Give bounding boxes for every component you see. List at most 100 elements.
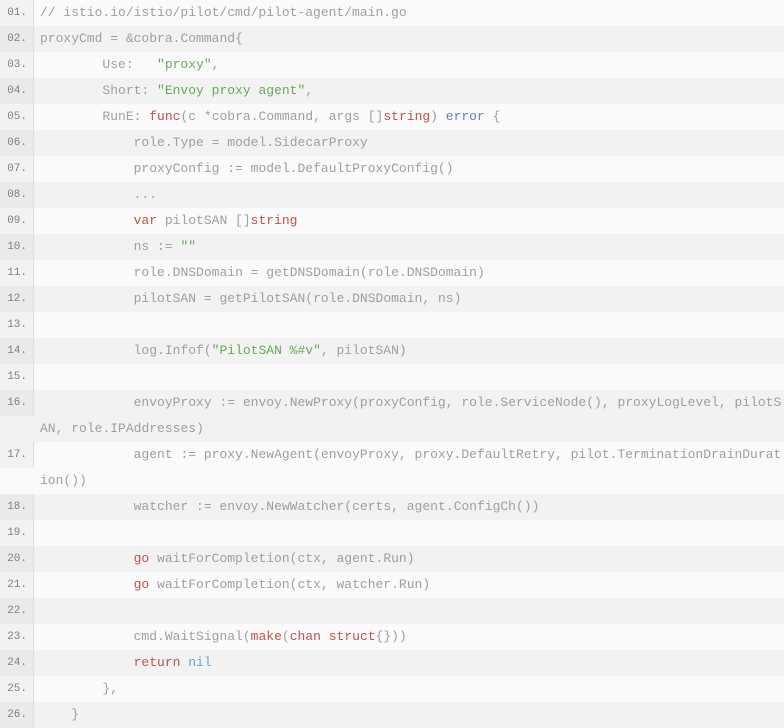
token: role — [461, 395, 492, 410]
token: watcher — [337, 577, 392, 592]
token: watcher — [40, 499, 196, 514]
token: ( — [360, 265, 368, 280]
token: agent — [337, 551, 376, 566]
code-line: 15. — [0, 364, 784, 390]
code-content: role.DNSDomain = getDNSDomain(role.DNSDo… — [34, 260, 784, 286]
token: Type — [173, 135, 212, 150]
token: proxy — [204, 447, 243, 462]
line-number: 22. — [0, 598, 34, 624]
line-number: 07. — [0, 156, 34, 182]
code-line: 10. ns := "" — [0, 234, 784, 260]
token: Run — [383, 551, 406, 566]
code-line: 20. go waitForCompletion(ctx, agent.Run) — [0, 546, 784, 572]
token: Short: — [40, 83, 157, 98]
token: ) — [399, 343, 407, 358]
code-content: }, — [34, 676, 784, 702]
token: ( — [305, 291, 313, 306]
token: }, — [40, 681, 118, 696]
token: . — [266, 135, 274, 150]
token: . — [446, 499, 454, 514]
code-content: log.Infof("PilotSAN %#v", pilotSAN) — [34, 338, 784, 364]
token: struct — [329, 629, 376, 644]
token: ctx — [297, 551, 320, 566]
token: * — [204, 109, 212, 124]
token: pilotSAN — [157, 213, 235, 228]
code-content: agent := proxy.NewAgent(envoyProxy, prox… — [34, 442, 784, 494]
code-content: Use: "proxy", — [34, 52, 784, 78]
token: cmd — [40, 629, 157, 644]
code-content — [34, 312, 784, 338]
token: envoy — [243, 395, 282, 410]
code-line: 26. } — [0, 702, 784, 728]
line-number: 01. — [0, 0, 34, 26]
token: Run — [399, 577, 422, 592]
code-line: 11. role.DNSDomain = getDNSDomain(role.D… — [0, 260, 784, 286]
token — [40, 603, 141, 618]
code-content: var pilotSAN []string — [34, 208, 784, 234]
code-content: go waitForCompletion(ctx, agent.Run) — [34, 546, 784, 572]
token: ( — [282, 629, 290, 644]
token: pilotSAN — [40, 291, 204, 306]
line-number: 23. — [0, 624, 34, 650]
token: string — [383, 109, 430, 124]
token: ()) — [63, 473, 86, 488]
token: := — [227, 161, 250, 176]
token: Command — [259, 109, 314, 124]
token: "Envoy proxy agent" — [157, 83, 305, 98]
token: ns — [438, 291, 454, 306]
token: string — [251, 213, 298, 228]
token: Infof — [165, 343, 204, 358]
line-number: 14. — [0, 338, 34, 364]
code-content — [34, 598, 784, 624]
token — [40, 317, 141, 332]
code-line: 22. — [0, 598, 784, 624]
line-number: 19. — [0, 520, 34, 546]
token: ()) — [516, 499, 539, 514]
code-line: 14. log.Infof("PilotSAN %#v", pilotSAN) — [0, 338, 784, 364]
token: go — [134, 551, 150, 566]
code-line: 19. — [0, 520, 784, 546]
token: proxyConfig — [40, 161, 227, 176]
code-content: envoyProxy := envoy.NewProxy(proxyConfig… — [34, 390, 784, 442]
line-number: 13. — [0, 312, 34, 338]
token: func — [149, 109, 180, 124]
line-number: 15. — [0, 364, 34, 390]
token: "proxy" — [157, 57, 212, 72]
token: [] — [368, 109, 384, 124]
token: RunE: — [40, 109, 149, 124]
token: ns — [40, 239, 157, 254]
token: . — [251, 109, 259, 124]
token: role — [40, 135, 165, 150]
token: (), — [586, 395, 617, 410]
code-line: 13. — [0, 312, 784, 338]
token: , — [321, 551, 337, 566]
token: DNSDomain — [173, 265, 251, 280]
code-line: 09. var pilotSAN []string — [0, 208, 784, 234]
token: , — [555, 447, 571, 462]
line-number: 08. — [0, 182, 34, 208]
token: , — [399, 447, 415, 462]
token: role — [71, 421, 102, 436]
token: model — [227, 135, 266, 150]
token: envoyProxy — [321, 447, 399, 462]
token: ( — [243, 629, 251, 644]
token: SidecarProxy — [274, 135, 368, 150]
code-content: return nil — [34, 650, 784, 676]
token: . — [165, 135, 173, 150]
token: nil — [188, 655, 211, 670]
token: ) — [407, 551, 415, 566]
token: pilot — [571, 447, 610, 462]
token: , — [391, 499, 407, 514]
token: ( — [352, 395, 360, 410]
line-number: 02. — [0, 26, 34, 52]
token: := — [219, 395, 242, 410]
code-content: // istio.io/istio/pilot/cmd/pilot-agent/… — [34, 0, 784, 26]
token: . — [282, 395, 290, 410]
token: , — [212, 57, 220, 72]
token: { — [485, 109, 501, 124]
token: "" — [180, 239, 196, 254]
token: { — [235, 31, 243, 46]
token: = — [212, 135, 228, 150]
code-line: 16. envoyProxy := envoy.NewProxy(proxyCo… — [0, 390, 784, 442]
token: ServiceNode — [500, 395, 586, 410]
